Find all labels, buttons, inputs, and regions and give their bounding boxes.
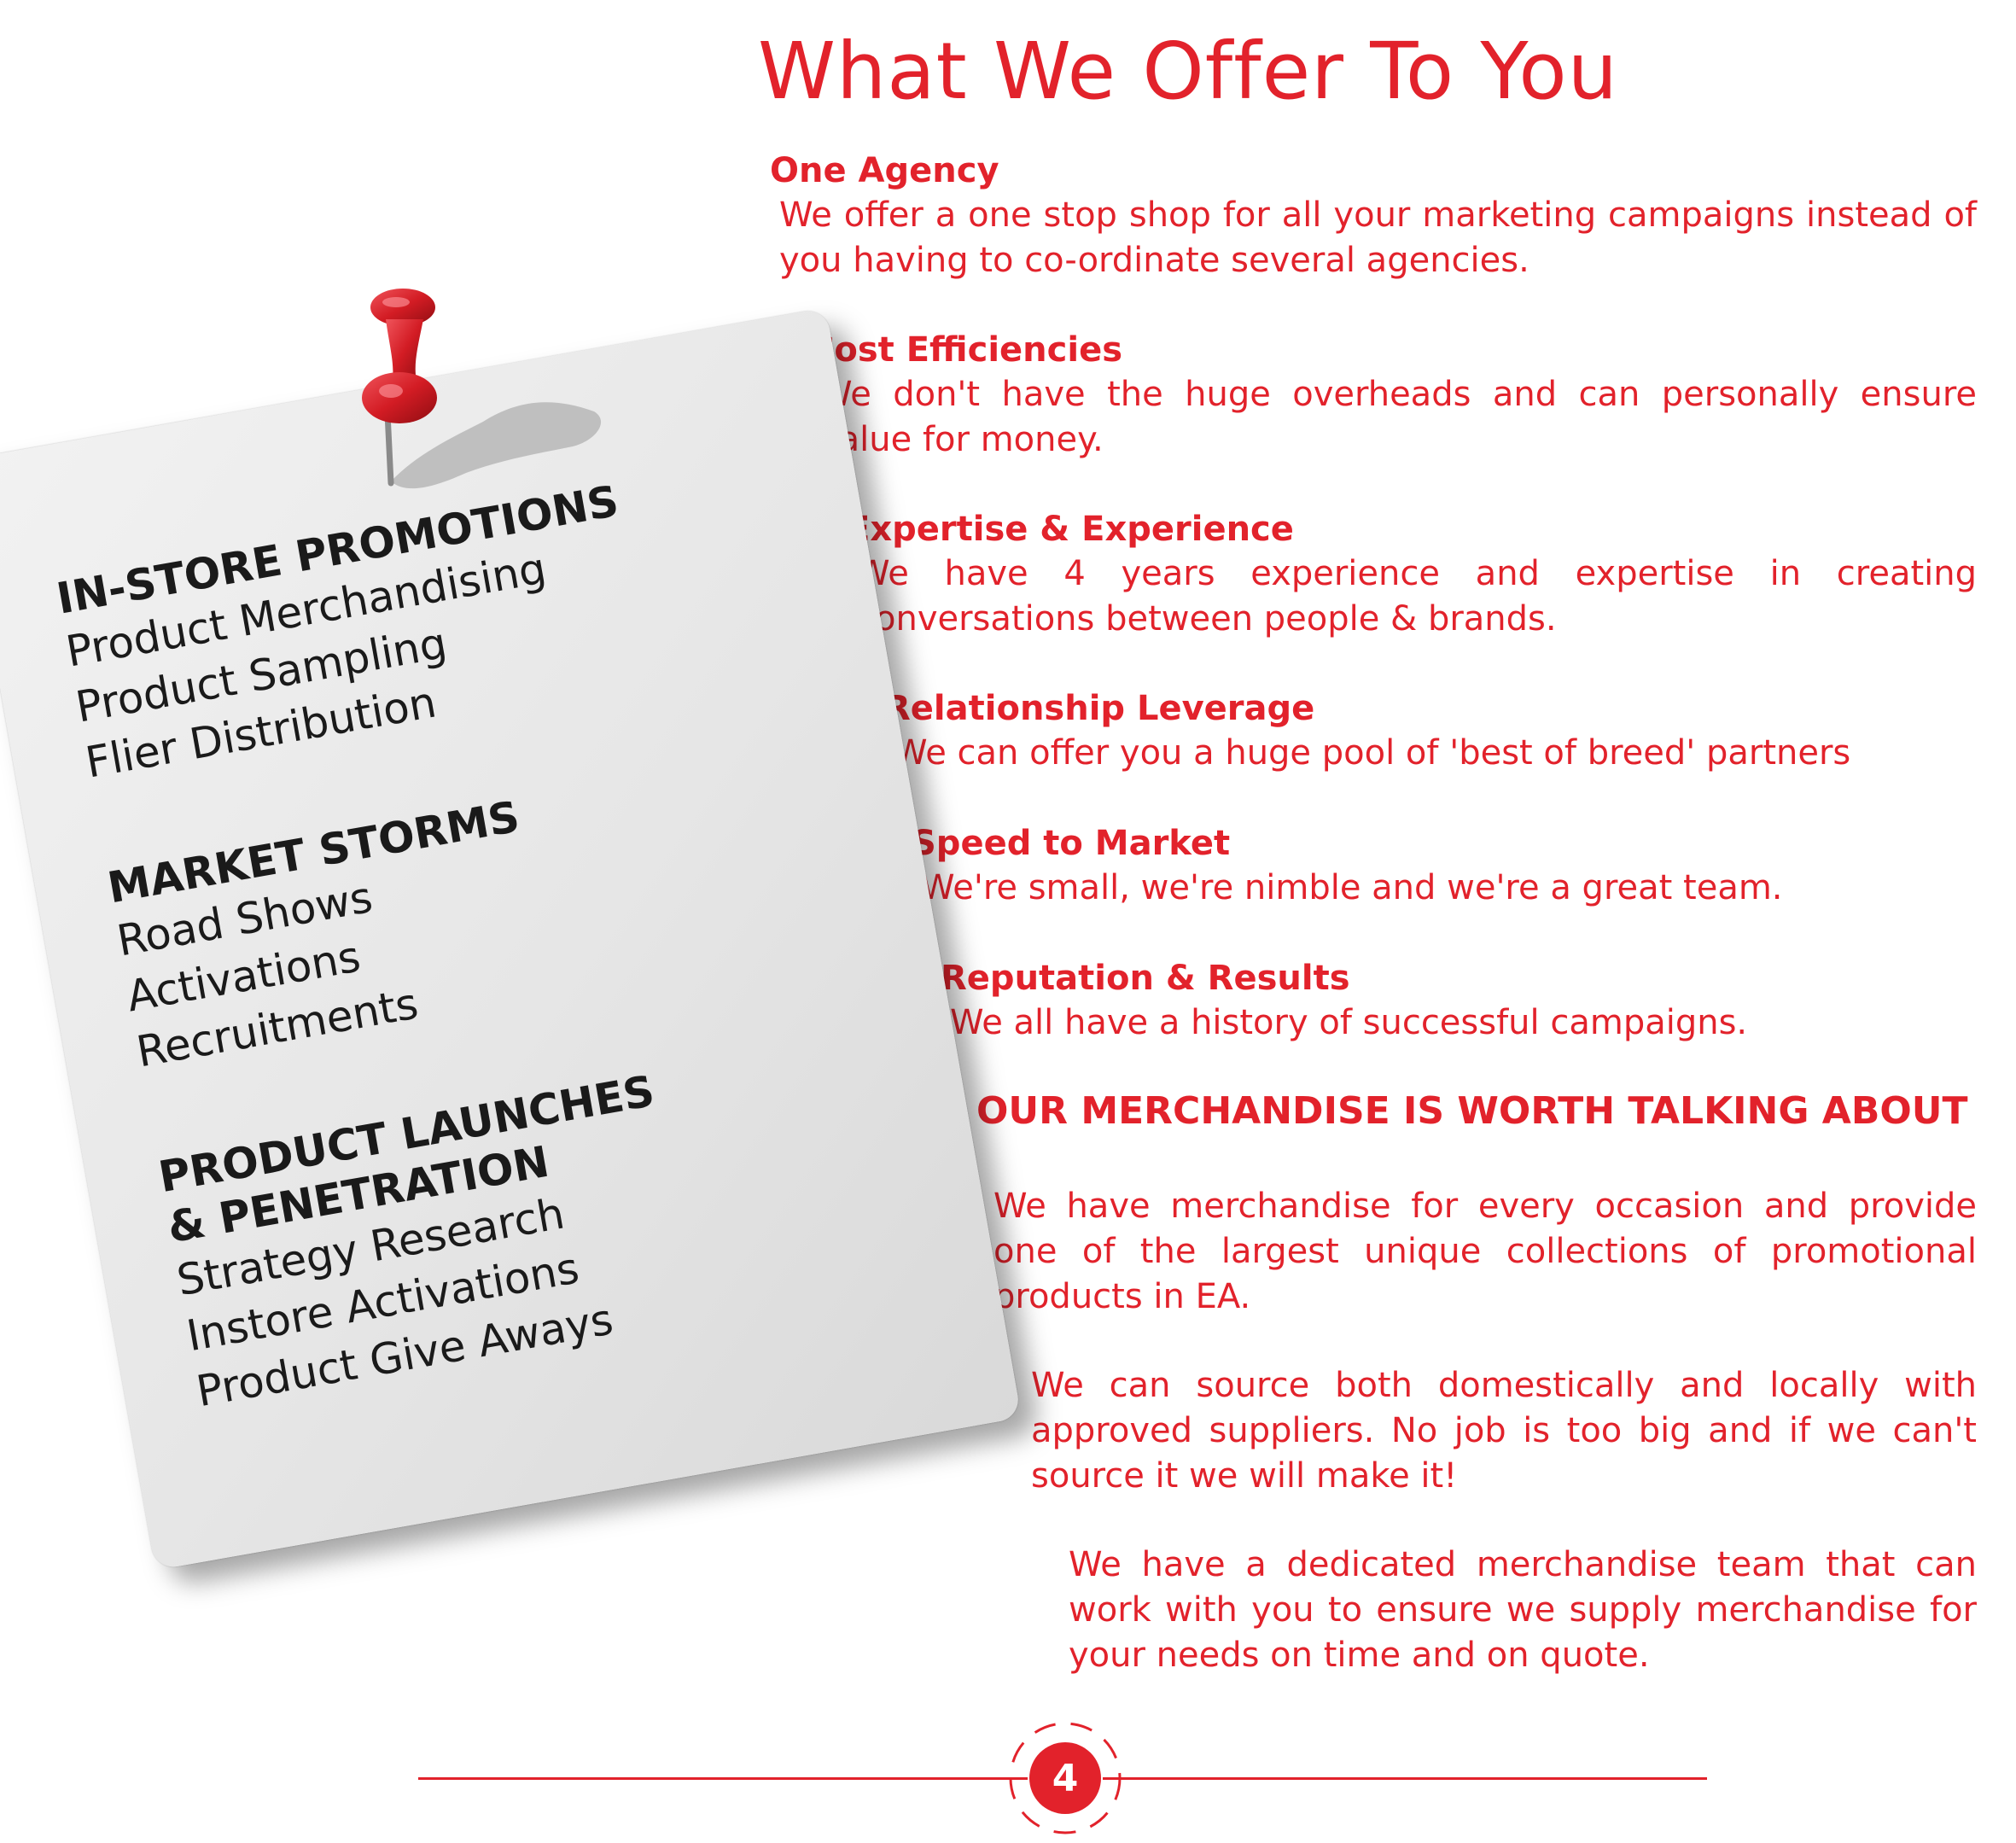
- offer-text: We don't have the huge overheads and can…: [819, 375, 1977, 459]
- offer-text: We have 4 years experience and expertise…: [856, 554, 1977, 639]
- merchandise-paragraph: We have a dedicated merchandise team tha…: [1069, 1545, 1977, 1675]
- offer-one-agency: One Agency We offer a one stop shop for …: [770, 149, 1977, 283]
- offer-heading: Cost Efficiencies: [809, 330, 1123, 370]
- note-section-market-storms: MARKET STORMS Road Shows Activations Rec…: [104, 733, 882, 1081]
- offer-text: We all have a history of successful camp…: [950, 1003, 1748, 1042]
- footer-line-left: [418, 1777, 1028, 1780]
- offer-relationship-leverage: Relationship Leverage We can offer you a…: [884, 686, 1977, 776]
- merchandise-heading: OUR MERCHANDISE IS WORTH TALKING ABOUT: [976, 1089, 1968, 1133]
- offer-heading: Speed to Market: [912, 824, 1231, 863]
- offer-heading: One Agency: [770, 151, 999, 190]
- offer-text: We can offer you a huge pool of 'best of…: [894, 733, 1851, 773]
- page-number: 4: [1029, 1742, 1101, 1814]
- merchandise-paragraph: We can source both domestically and loca…: [1031, 1366, 1977, 1496]
- note-content: IN-STORE PROMOTIONS Product Merchandisin…: [53, 444, 941, 1420]
- offer-heading: Expertise & Experience: [847, 510, 1294, 549]
- offer-speed-to-market: Speed to Market We're small, we're nimbl…: [912, 821, 1977, 911]
- offer-reputation-results: Reputation & Results We all have a histo…: [941, 956, 1977, 1046]
- push-pin-icon: [362, 289, 602, 489]
- offer-text: We're small, we're nimble and we're a gr…: [921, 868, 1783, 907]
- merchandise-paragraph: We have merchandise for every occasion a…: [993, 1187, 1977, 1316]
- offer-heading: Relationship Leverage: [884, 689, 1315, 728]
- offer-expertise-experience: Expertise & Experience We have 4 years e…: [847, 507, 1977, 642]
- footer-line-right: [1103, 1777, 1707, 1780]
- offer-text: We offer a one stop shop for all your ma…: [779, 195, 1977, 280]
- page-title: What We Offer To You: [758, 26, 1618, 117]
- offer-cost-efficiencies: Cost Efficiencies We don't have the huge…: [809, 328, 1977, 463]
- offer-heading: Reputation & Results: [941, 959, 1350, 998]
